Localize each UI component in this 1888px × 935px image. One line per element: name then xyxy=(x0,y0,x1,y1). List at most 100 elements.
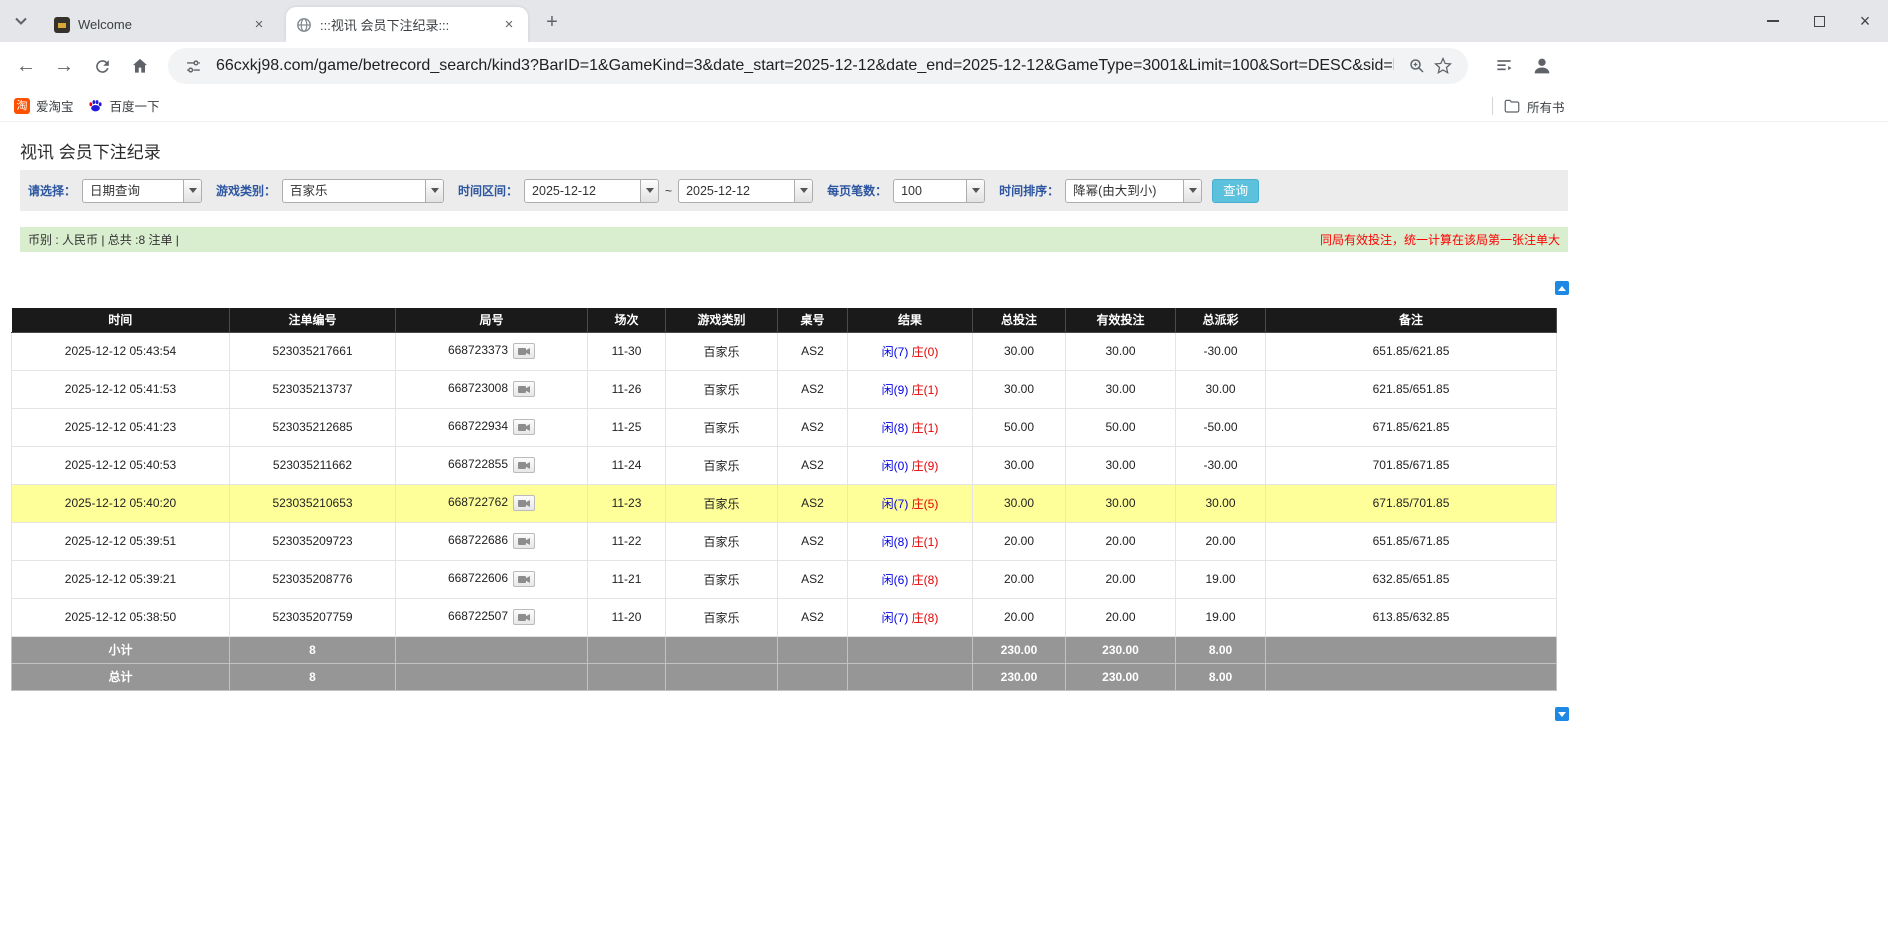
media-controls-icon[interactable] xyxy=(1488,50,1520,82)
dropdown-arrow-icon[interactable] xyxy=(640,180,658,202)
site-info-icon[interactable] xyxy=(180,53,206,79)
replay-video-icon[interactable] xyxy=(513,571,535,587)
cell-total-bet[interactable]: 20.00 xyxy=(973,598,1066,636)
table-header-row: 时间 注单编号 局号 场次 游戏类别 桌号 结果 总投注 有效投注 总派彩 备注 xyxy=(12,308,1557,332)
bookmark-baidu[interactable]: 百度一下 xyxy=(88,96,160,115)
cell-payout: 30.00 xyxy=(1176,484,1266,522)
cell-total-bet[interactable]: 30.00 xyxy=(973,446,1066,484)
back-icon[interactable]: ← xyxy=(8,48,44,84)
cell-total-bet[interactable]: 20.00 xyxy=(973,560,1066,598)
replay-video-icon[interactable] xyxy=(513,457,535,473)
result-banker: 庄(8) xyxy=(912,573,939,587)
result-banker: 庄(9) xyxy=(912,459,939,473)
cell-table: AS2 xyxy=(778,484,848,522)
cell-session: 11-26 xyxy=(588,370,666,408)
result-player: 闲(7) xyxy=(882,497,909,511)
dropdown-arrow-icon[interactable] xyxy=(425,180,443,202)
zoom-icon[interactable] xyxy=(1404,53,1430,79)
cell-valid-bet: 30.00 xyxy=(1066,446,1176,484)
replay-video-icon[interactable] xyxy=(513,343,535,359)
cell-time: 2025-12-12 05:40:20 xyxy=(12,484,230,522)
cell-game-type: 百家乐 xyxy=(666,560,778,598)
col-total-bet: 总投注 xyxy=(973,308,1066,332)
new-tab-button[interactable]: + xyxy=(538,8,566,36)
cell-total-bet[interactable]: 30.00 xyxy=(973,332,1066,370)
cell-round: 668722934 xyxy=(396,408,588,446)
dropdown-arrow-icon[interactable] xyxy=(966,180,984,202)
chevron-down-icon[interactable] xyxy=(8,10,34,32)
total-count: 8 xyxy=(230,663,396,690)
replay-video-icon[interactable] xyxy=(513,533,535,549)
cell-total-bet[interactable]: 30.00 xyxy=(973,484,1066,522)
replay-video-icon[interactable] xyxy=(513,419,535,435)
total-label: 总计 xyxy=(12,663,230,690)
cell-session: 11-22 xyxy=(588,522,666,560)
bookmark-aitaobao[interactable]: 淘 爱淘宝 xyxy=(14,96,74,115)
round-number: 668722507 xyxy=(448,609,508,623)
dropdown-arrow-icon[interactable] xyxy=(183,180,201,202)
scroll-up-button[interactable] xyxy=(1555,281,1569,295)
result-player: 闲(7) xyxy=(882,345,909,359)
cell-time: 2025-12-12 05:40:53 xyxy=(12,446,230,484)
search-button[interactable]: 查询 xyxy=(1212,179,1259,203)
home-icon[interactable] xyxy=(122,48,158,84)
cell-game-type: 百家乐 xyxy=(666,332,778,370)
all-bookmarks[interactable]: 所有书 xyxy=(1492,90,1576,122)
tab-welcome[interactable]: Welcome × xyxy=(44,7,278,42)
replay-video-icon[interactable] xyxy=(513,495,535,511)
date-start-dropdown[interactable]: 2025-12-12 xyxy=(524,179,659,203)
notice-text: 同局有效投注，统一计算在该局第一张注单大 xyxy=(1320,231,1560,248)
per-page-dropdown[interactable]: 100 xyxy=(893,179,985,203)
tab-close-icon[interactable]: × xyxy=(500,16,518,34)
cell-valid-bet: 20.00 xyxy=(1066,522,1176,560)
date-end-dropdown[interactable]: 2025-12-12 xyxy=(678,179,813,203)
cell-result: 闲(6) 庄(8) xyxy=(848,560,973,598)
cell-total-bet[interactable]: 50.00 xyxy=(973,408,1066,446)
cell-game-type: 百家乐 xyxy=(666,522,778,560)
game-type-dropdown[interactable]: 百家乐 xyxy=(282,179,444,203)
cell-result: 闲(7) 庄(5) xyxy=(848,484,973,522)
cell-round: 668723008 xyxy=(396,370,588,408)
cell-round: 668722686 xyxy=(396,522,588,560)
cell-payout: -30.00 xyxy=(1176,332,1266,370)
bet-row: 2025-12-12 05:40:20523035210653668722762… xyxy=(12,484,1557,522)
dropdown-arrow-icon[interactable] xyxy=(1183,180,1201,202)
query-type-dropdown[interactable]: 日期查询 xyxy=(82,179,202,203)
cell-note: 671.85/621.85 xyxy=(1266,408,1557,446)
dropdown-arrow-icon[interactable] xyxy=(794,180,812,202)
cell-result: 闲(7) 庄(8) xyxy=(848,598,973,636)
cell-table: AS2 xyxy=(778,522,848,560)
url-text[interactable]: 66cxkj98.com/game/betrecord_search/kind3… xyxy=(216,57,1394,75)
forward-icon[interactable]: → xyxy=(46,48,82,84)
game-type-value: 百家乐 xyxy=(283,180,425,202)
result-banker: 庄(0) xyxy=(912,345,939,359)
profile-avatar-icon[interactable] xyxy=(1526,50,1558,82)
minimize-button[interactable] xyxy=(1750,0,1796,42)
replay-video-icon[interactable] xyxy=(513,609,535,625)
tab-close-icon[interactable]: × xyxy=(250,16,268,34)
result-banker: 庄(1) xyxy=(912,383,939,397)
tab-title: :::视讯 会员下注纪录::: xyxy=(320,15,492,34)
result-player: 闲(7) xyxy=(882,611,909,625)
bet-table: 时间 注单编号 局号 场次 游戏类别 桌号 结果 总投注 有效投注 总派彩 备注… xyxy=(11,308,1557,691)
cell-time: 2025-12-12 05:39:21 xyxy=(12,560,230,598)
bookmark-star-icon[interactable] xyxy=(1430,53,1456,79)
scroll-down-button[interactable] xyxy=(1555,707,1569,721)
filter-bar: 请选择： 日期查询 游戏类别： 百家乐 时间区间： 2025-12-12 ~ 2… xyxy=(20,170,1568,211)
tab-bet-records[interactable]: :::视讯 会员下注纪录::: × xyxy=(286,7,528,42)
cell-bet-id: 523035207759 xyxy=(230,598,396,636)
reload-icon[interactable] xyxy=(84,48,120,84)
cell-valid-bet: 30.00 xyxy=(1066,332,1176,370)
total-payout: 8.00 xyxy=(1176,663,1266,690)
cell-total-bet[interactable]: 20.00 xyxy=(973,522,1066,560)
cell-total-bet[interactable]: 30.00 xyxy=(973,370,1066,408)
cell-note: 651.85/621.85 xyxy=(1266,332,1557,370)
maximize-button[interactable] xyxy=(1796,0,1842,42)
close-button[interactable]: × xyxy=(1842,0,1888,42)
cell-session: 11-23 xyxy=(588,484,666,522)
globe-favicon-icon xyxy=(296,17,312,33)
address-bar[interactable]: 66cxkj98.com/game/betrecord_search/kind3… xyxy=(168,48,1468,84)
replay-video-icon[interactable] xyxy=(513,381,535,397)
cell-note: 701.85/671.85 xyxy=(1266,446,1557,484)
sort-dropdown[interactable]: 降幂(由大到小) xyxy=(1065,179,1202,203)
